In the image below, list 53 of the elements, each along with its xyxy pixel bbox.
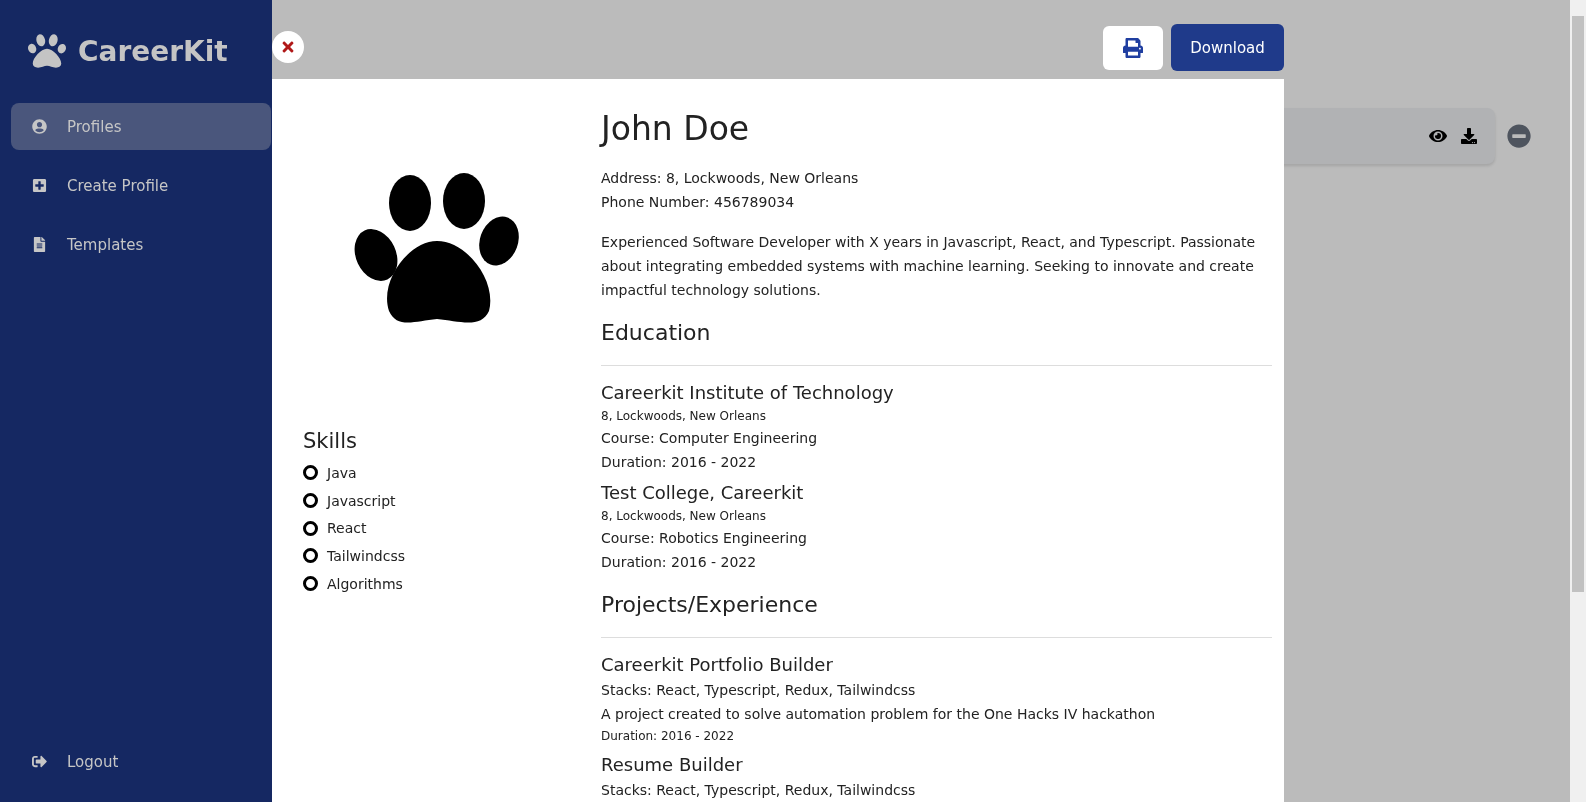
entry-line: A project created to solve automation problem for the One Hacks IV hackathon [601, 705, 1157, 724]
bullet-icon [303, 548, 318, 564]
close-button[interactable] [272, 31, 304, 63]
print-icon [1123, 37, 1143, 58]
summary: Experienced Software Developer with X years in Javascript, React, and Typescript. Passionate about integrating embedded systems with machine learning. Seeking to innovate and create impactful technology solutions. [601, 233, 1257, 300]
skill: Java [327, 464, 357, 481]
skill: Algorithms [327, 575, 403, 592]
bullet-icon [303, 576, 318, 592]
download-icon[interactable] [1461, 128, 1477, 144]
nav-item[interactable]: Profiles [11, 103, 271, 150]
contact-line: Address: 8, Lockwoods, New Orleans [601, 169, 860, 188]
bullet-icon [303, 465, 318, 481]
nav-label: Templates [67, 235, 144, 254]
skills-heading: Skills [303, 429, 358, 453]
paw-icon [28, 32, 66, 70]
document-icon [32, 237, 47, 252]
skill: Tailwindcss [327, 547, 405, 564]
section-heading: Projects/Experience [601, 592, 1272, 638]
entry-line: Stacks: React, Typescript, Redux, Tailwindcss [601, 781, 917, 800]
skill: Javascript [327, 492, 396, 509]
entry-line: Course: Robotics Engineering [601, 529, 808, 548]
bullet-icon [303, 520, 318, 536]
nav-label: Logout [67, 752, 119, 771]
contact-line: Phone Number: 456789034 [601, 193, 796, 212]
entry-title: Careerkit Institute of Technology [601, 381, 895, 405]
nav-item[interactable]: Create Profile [11, 162, 271, 209]
logout-item[interactable]: Logout [11, 738, 271, 785]
entry-note: 8, Lockwoods, New Orleans [601, 408, 767, 425]
bullet-icon [303, 493, 318, 509]
nav-label: Profiles [67, 117, 122, 136]
entry-note: Duration: 2016 - 2022 [601, 728, 735, 745]
remove-icon[interactable] [1507, 124, 1531, 148]
app-logo: CareerKit [78, 34, 228, 68]
logout-icon [32, 754, 47, 769]
plus-icon [32, 178, 47, 193]
entry-title: Test College, Careerkit [601, 481, 805, 505]
entry-line: Stacks: React, Typescript, Redux, Tailwindcss [601, 681, 917, 700]
print-button[interactable] [1103, 25, 1163, 70]
entry-line: Course: Computer Engineering [601, 429, 819, 448]
nav-item[interactable]: Templates [11, 221, 271, 268]
entry-note: 8, Lockwoods, New Orleans [601, 508, 767, 525]
download-button[interactable]: Download [1171, 24, 1284, 71]
nav-label: Create Profile [67, 176, 169, 195]
user-icon [32, 119, 47, 134]
entry-title: Resume Builder [601, 753, 744, 777]
view-icon[interactable] [1429, 127, 1447, 145]
entry-title: Careerkit Portfolio Builder [601, 653, 834, 677]
skill: React [327, 520, 367, 537]
entry-line: Duration: 2016 - 2022 [601, 453, 758, 472]
resume-name: John Doe [601, 109, 751, 150]
section-heading: Education [601, 320, 1272, 366]
close-icon [280, 39, 296, 55]
entry-line: Duration: 2016 - 2022 [601, 553, 758, 572]
